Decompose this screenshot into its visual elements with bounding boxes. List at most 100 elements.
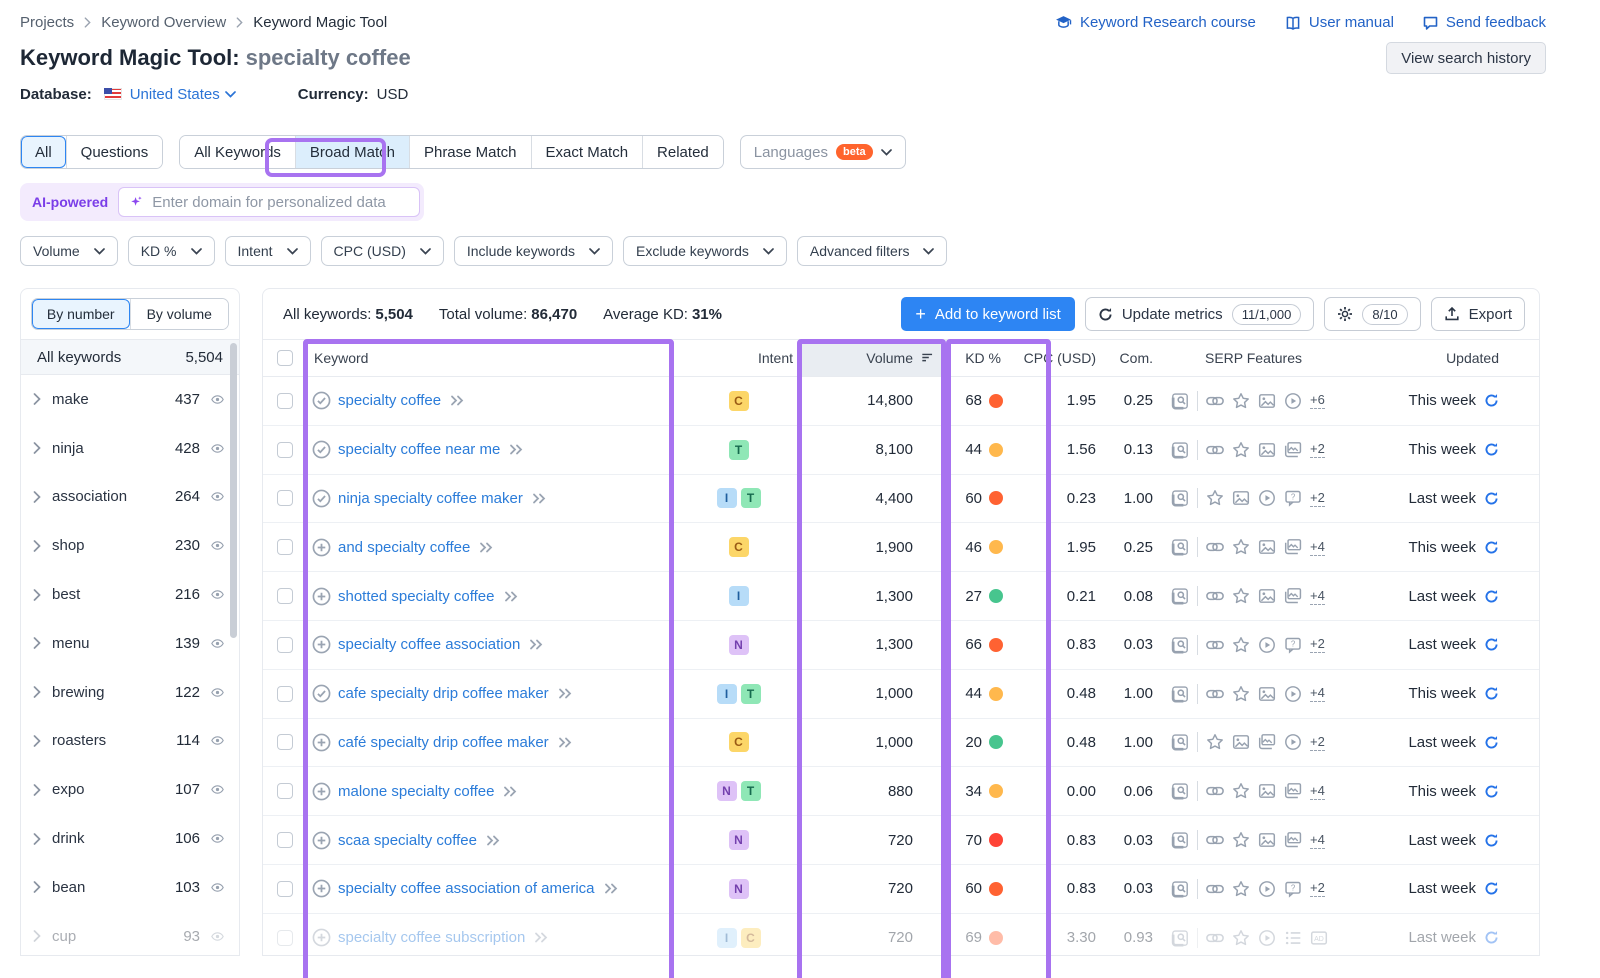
chevron-right-icon[interactable] bbox=[33, 442, 41, 454]
row-checkbox[interactable] bbox=[277, 881, 293, 897]
serp-more-link[interactable]: +4 bbox=[1310, 685, 1325, 702]
feedback-link[interactable]: Send feedback bbox=[1422, 14, 1546, 31]
col-intent[interactable]: Intent bbox=[676, 340, 801, 376]
row-checkbox[interactable] bbox=[277, 686, 293, 702]
eye-icon[interactable] bbox=[208, 881, 227, 894]
filter-advanced-filters[interactable]: Advanced filters bbox=[797, 236, 948, 266]
keyword-link[interactable]: shotted specialty coffee bbox=[338, 588, 495, 605]
keyword-link[interactable]: cafe specialty drip coffee maker bbox=[338, 685, 549, 702]
tab-phrase-match[interactable]: Phrase Match bbox=[409, 136, 531, 168]
serp-more-link[interactable]: +2 bbox=[1310, 441, 1325, 458]
add-circle-icon[interactable] bbox=[312, 782, 331, 801]
row-checkbox[interactable] bbox=[277, 734, 293, 750]
check-circle-icon[interactable] bbox=[312, 440, 331, 459]
chevron-right-icon[interactable] bbox=[33, 393, 41, 405]
keyword-link[interactable]: specialty coffee bbox=[338, 392, 441, 409]
refresh-icon[interactable] bbox=[1484, 589, 1499, 604]
tab-all-keywords[interactable]: All Keywords bbox=[180, 136, 295, 168]
eye-icon[interactable] bbox=[208, 442, 227, 455]
domain-input[interactable] bbox=[152, 194, 409, 211]
sidebar-group-drink[interactable]: drink 106 bbox=[21, 814, 239, 863]
expand-keyword-icon[interactable] bbox=[479, 542, 493, 553]
serp-preview-icon[interactable] bbox=[1171, 392, 1189, 410]
expand-keyword-icon[interactable] bbox=[486, 835, 500, 846]
toggle-by-number[interactable]: By number bbox=[32, 299, 130, 329]
check-circle-icon[interactable] bbox=[312, 684, 331, 703]
settings-button[interactable]: 8/10 bbox=[1324, 297, 1420, 331]
add-circle-icon[interactable] bbox=[312, 538, 331, 557]
chevron-right-icon[interactable] bbox=[33, 589, 41, 601]
keyword-link[interactable]: scaa specialty coffee bbox=[338, 832, 477, 849]
eye-icon[interactable] bbox=[208, 588, 227, 601]
tab-related[interactable]: Related bbox=[642, 136, 723, 168]
filter-exclude-keywords[interactable]: Exclude keywords bbox=[623, 236, 787, 266]
serp-more-link[interactable]: +2 bbox=[1310, 880, 1325, 897]
sidebar-group-best[interactable]: best 216 bbox=[21, 570, 239, 619]
tab-all[interactable]: All bbox=[21, 136, 66, 168]
expand-keyword-icon[interactable] bbox=[529, 639, 543, 650]
serp-preview-icon[interactable] bbox=[1171, 880, 1189, 898]
eye-icon[interactable] bbox=[208, 930, 227, 943]
refresh-icon[interactable] bbox=[1484, 930, 1499, 945]
keyword-link[interactable]: malone specialty coffee bbox=[338, 783, 494, 800]
chevron-right-icon[interactable] bbox=[33, 637, 41, 649]
expand-keyword-icon[interactable] bbox=[504, 591, 518, 602]
refresh-icon[interactable] bbox=[1484, 393, 1499, 408]
row-checkbox[interactable] bbox=[277, 539, 293, 555]
serp-more-link[interactable]: +2 bbox=[1310, 734, 1325, 751]
row-checkbox[interactable] bbox=[277, 393, 293, 409]
sidebar-scrollbar[interactable] bbox=[230, 343, 237, 638]
serp-preview-icon[interactable] bbox=[1171, 441, 1189, 459]
filter-include-keywords[interactable]: Include keywords bbox=[454, 236, 613, 266]
chevron-right-icon[interactable] bbox=[33, 881, 41, 893]
keyword-link[interactable]: specialty coffee association bbox=[338, 636, 520, 653]
refresh-icon[interactable] bbox=[1484, 881, 1499, 896]
view-search-history-button[interactable]: View search history bbox=[1386, 42, 1546, 74]
chevron-right-icon[interactable] bbox=[33, 833, 41, 845]
chevron-right-icon[interactable] bbox=[33, 491, 41, 503]
all-keywords-group[interactable]: All keywords5,504 bbox=[21, 339, 239, 375]
row-checkbox[interactable] bbox=[277, 783, 293, 799]
tab-exact-match[interactable]: Exact Match bbox=[531, 136, 643, 168]
sidebar-group-cup[interactable]: cup 93 bbox=[21, 912, 239, 956]
row-checkbox[interactable] bbox=[277, 637, 293, 653]
add-circle-icon[interactable] bbox=[312, 635, 331, 654]
sidebar-group-make[interactable]: make 437 bbox=[21, 375, 239, 424]
expand-keyword-icon[interactable] bbox=[503, 786, 517, 797]
serp-more-link[interactable]: +6 bbox=[1310, 392, 1325, 409]
chevron-right-icon[interactable] bbox=[33, 686, 41, 698]
eye-icon[interactable] bbox=[208, 539, 227, 552]
breadcrumb-item[interactable]: Projects bbox=[20, 14, 74, 31]
refresh-icon[interactable] bbox=[1484, 491, 1499, 506]
serp-more-link[interactable]: +2 bbox=[1310, 636, 1325, 653]
row-checkbox[interactable] bbox=[277, 442, 293, 458]
col-updated[interactable]: Updated bbox=[1346, 340, 1539, 376]
serp-preview-icon[interactable] bbox=[1171, 587, 1189, 605]
serp-more-link[interactable]: +4 bbox=[1310, 832, 1325, 849]
add-to-keyword-list-button[interactable]: +Add to keyword list bbox=[901, 297, 1074, 331]
refresh-icon[interactable] bbox=[1484, 686, 1499, 701]
keyword-link[interactable]: ninja specialty coffee maker bbox=[338, 490, 523, 507]
add-circle-icon[interactable] bbox=[312, 587, 331, 606]
check-circle-icon[interactable] bbox=[312, 391, 331, 410]
row-checkbox[interactable] bbox=[277, 588, 293, 604]
export-button[interactable]: Export bbox=[1431, 297, 1525, 331]
sidebar-group-bean[interactable]: bean 103 bbox=[21, 863, 239, 912]
update-metrics-button[interactable]: Update metrics 11/1,000 bbox=[1085, 297, 1315, 331]
eye-icon[interactable] bbox=[208, 490, 227, 503]
refresh-icon[interactable] bbox=[1484, 637, 1499, 652]
expand-keyword-icon[interactable] bbox=[532, 493, 546, 504]
course-link[interactable]: Keyword Research course bbox=[1054, 14, 1256, 31]
keyword-link[interactable]: specialty coffee near me bbox=[338, 441, 500, 458]
expand-keyword-icon[interactable] bbox=[558, 688, 572, 699]
expand-keyword-icon[interactable] bbox=[534, 932, 548, 943]
tab-questions[interactable]: Questions bbox=[66, 136, 163, 168]
chevron-right-icon[interactable] bbox=[33, 930, 41, 942]
sidebar-group-ninja[interactable]: ninja 428 bbox=[21, 424, 239, 473]
languages-dropdown[interactable]: Languages beta bbox=[740, 135, 906, 169]
add-circle-icon[interactable] bbox=[312, 831, 331, 850]
serp-more-link[interactable]: +4 bbox=[1310, 539, 1325, 556]
serp-preview-icon[interactable] bbox=[1171, 538, 1189, 556]
add-circle-icon[interactable] bbox=[312, 928, 331, 947]
sidebar-group-brewing[interactable]: brewing 122 bbox=[21, 668, 239, 717]
